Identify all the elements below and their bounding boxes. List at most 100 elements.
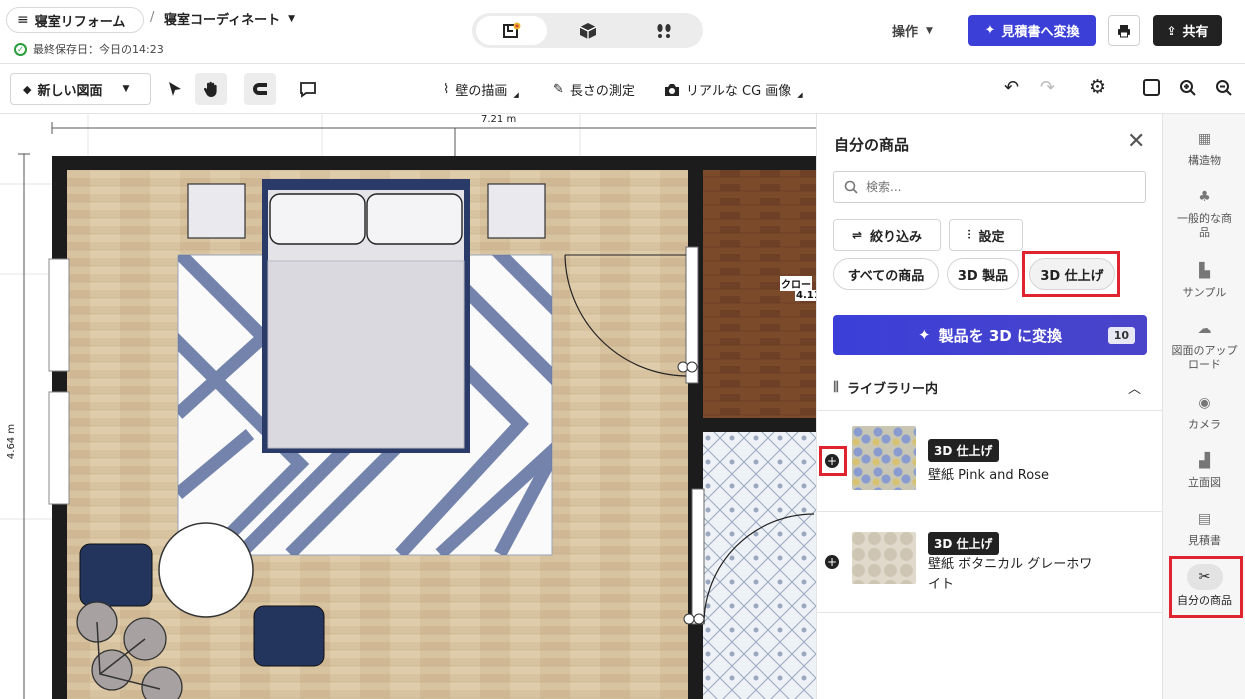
rail-item-sample[interactable]: ▙ サンプル	[1163, 260, 1245, 300]
floor-plan-drawing	[0, 114, 816, 699]
project-breadcrumb[interactable]: ≡ 寝室リフォーム	[6, 7, 144, 33]
comment-icon[interactable]	[299, 80, 317, 98]
corner-triangle-icon: ◢	[797, 90, 803, 99]
measure-label: 長さの測定	[569, 84, 635, 99]
convert-to-3d-label: 製品を 3D に変換	[938, 326, 1062, 345]
highlight-box-tab	[1022, 251, 1120, 297]
generic-products-icon: ♣	[1198, 189, 1211, 205]
list-item[interactable]: + 3D 仕上げ 壁紙 Pink and Rose	[817, 411, 1163, 511]
list-item[interactable]: + 3D 仕上げ 壁紙 ボタニカル グレーホワイト	[817, 512, 1163, 612]
new-plan-label: 新しい図面	[37, 83, 103, 99]
walk-footprints-icon	[656, 23, 671, 38]
sliders-icon: ⇌	[851, 228, 863, 242]
rail-item-label: 一般的な商品	[1177, 212, 1232, 239]
filter-button[interactable]: ⇌ 絞り込み	[833, 219, 941, 251]
right-rail: ▦ 構造物 ♣ 一般的な商品 ▙ サンプル ☁ 図面のアップロード ◉ カメラ …	[1162, 114, 1245, 699]
closet-label: クロー	[780, 276, 812, 291]
search-field[interactable]	[833, 171, 1146, 203]
measure-tool[interactable]: ✎ 長さの測定	[553, 80, 635, 99]
rail-item-quote[interactable]: ▤ 見積書	[1163, 508, 1245, 548]
hand-icon	[203, 81, 217, 97]
upload-share-icon: ⇪	[1166, 23, 1177, 38]
share-label: 共有	[1182, 25, 1209, 40]
rail-item-label: 構造物	[1188, 154, 1221, 167]
zoom-out-icon[interactable]	[1215, 79, 1233, 97]
rail-item-upload-plan[interactable]: ☁ 図面のアップロード	[1163, 318, 1245, 372]
library-title: ライブラリー内	[846, 382, 938, 397]
height-measurement: 4.64 m	[6, 423, 18, 460]
item-name: 壁紙 ボタニカル グレーホワイト	[928, 557, 1093, 592]
fit-view-icon[interactable]	[1143, 79, 1160, 96]
convert-count-badge: 10	[1107, 326, 1135, 344]
wallpaper-pink-thumbnail	[852, 426, 916, 490]
rail-item-label: 図面のアップロード	[1171, 344, 1238, 371]
share-button[interactable]: ⇪ 共有	[1153, 15, 1222, 46]
rail-item-elevation[interactable]: ▟ 立面図	[1163, 450, 1245, 490]
chevron-down-icon: ▼	[122, 84, 130, 94]
structure-icon: ▦	[1197, 131, 1212, 147]
new-plan-dropdown[interactable]: ◆ 新しい図面 ▼	[10, 73, 151, 105]
convert-to-3d-button[interactable]: ✦ 製品を 3D に変換 10	[833, 315, 1147, 355]
divider	[817, 612, 1163, 613]
toolbar: ◆ 新しい図面 ▼ ⌇ 壁の描画 ◢ ✎ 長さの測定 リアルな CG 画像 ◢ …	[0, 64, 1245, 114]
rail-item-camera[interactable]: ◉ カメラ	[1163, 392, 1245, 432]
undo-icon[interactable]: ↶	[1004, 77, 1019, 98]
gear-icon[interactable]: ⚙	[1089, 76, 1106, 98]
tab-all-products[interactable]: すべての商品	[833, 258, 939, 290]
ruler-icon: ✎	[553, 82, 564, 97]
settings-sliders-icon: ⫶	[967, 227, 971, 242]
select-arrow-icon[interactable]	[166, 80, 184, 98]
close-icon[interactable]: ✕	[1127, 129, 1145, 154]
printer-icon	[1118, 24, 1130, 37]
sparkle-icon: ✦	[984, 23, 996, 38]
wall-nodes-icon: ⌇	[443, 82, 450, 97]
add-circle-icon[interactable]: +	[825, 555, 839, 569]
upload-plan-icon: ☁	[1197, 321, 1212, 337]
settings-label: 設定	[978, 229, 1005, 245]
item-name: 壁紙 Pink and Rose	[928, 468, 1049, 483]
design-name-dropdown[interactable]: 寝室コーディネート ▼	[164, 9, 295, 28]
2d-view-icon	[502, 22, 520, 38]
width-measurement: 7.21 m	[478, 114, 520, 125]
view-mode-switch	[472, 13, 703, 48]
realistic-cg-tool[interactable]: リアルな CG 画像 ◢	[664, 80, 803, 99]
tab-3d-products[interactable]: 3D 製品	[947, 258, 1019, 290]
item-tag: 3D 仕上げ	[928, 532, 999, 555]
chevron-down-icon: ▼	[288, 13, 296, 24]
rail-item-label: 見積書	[1188, 534, 1221, 547]
rail-item-label: カメラ	[1188, 418, 1221, 431]
realistic-cg-label: リアルな CG 画像	[686, 84, 792, 99]
convert-to-quote-label: 見積書へ変換	[1001, 25, 1080, 40]
search-input[interactable]	[866, 180, 1126, 194]
zoom-in-icon[interactable]	[1179, 79, 1197, 97]
library-section-header[interactable]: ⫼ ライブラリー内 ︿	[833, 378, 1147, 397]
print-button[interactable]	[1108, 15, 1140, 46]
draw-wall-label: 壁の描画	[455, 84, 508, 99]
actions-dropdown[interactable]: 操作 ▼	[892, 21, 933, 40]
rail-item-generic-products[interactable]: ♣ 一般的な商品	[1163, 186, 1245, 240]
convert-to-quote-button[interactable]: ✦ 見積書へ変換	[968, 15, 1096, 46]
view-2d-button[interactable]	[476, 16, 547, 45]
3d-box-icon	[579, 22, 596, 39]
my-products-panel: 自分の商品 ✕ ⇌ 絞り込み ⫶ 設定 すべての商品 3D 製品 3D 仕上げ …	[816, 114, 1163, 699]
panel-title: 自分の商品	[834, 136, 910, 154]
settings-button[interactable]: ⫶ 設定	[949, 219, 1023, 251]
draw-wall-tool[interactable]: ⌇ 壁の描画 ◢	[443, 80, 519, 99]
top-header: ≡ 寝室リフォーム / 寝室コーディネート ▼ ✓ 最終保存日：今日の14:23…	[0, 0, 1245, 64]
quote-icon: ▤	[1197, 511, 1212, 527]
magnet-icon	[253, 83, 267, 95]
redo-icon[interactable]: ↷	[1040, 77, 1055, 98]
magnet-snap-button[interactable]	[244, 73, 276, 105]
camera-icon: ◉	[1198, 395, 1211, 411]
breadcrumb-separator: /	[150, 10, 155, 25]
floor-plan-canvas[interactable]: 7.21 m 4.64 m クロー 4.11	[0, 114, 816, 699]
sparkle-icon: ✦	[918, 326, 931, 344]
search-icon	[844, 180, 858, 194]
rail-item-structure[interactable]: ▦ 構造物	[1163, 128, 1245, 168]
pan-hand-button[interactable]	[195, 73, 227, 105]
filter-label: 絞り込み	[870, 229, 923, 245]
view-walk-button[interactable]	[628, 16, 699, 45]
menu-icon[interactable]: ≡	[17, 12, 29, 28]
view-3d-button[interactable]	[552, 16, 623, 45]
actions-label: 操作	[892, 25, 919, 40]
